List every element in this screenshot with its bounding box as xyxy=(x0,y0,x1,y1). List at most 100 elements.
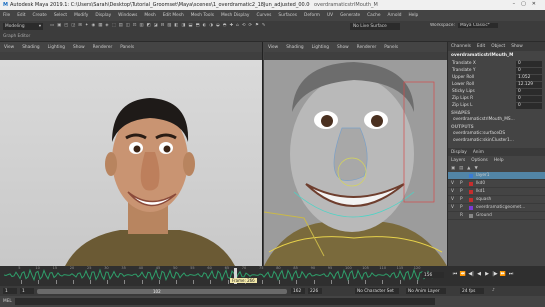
step-forward-icon[interactable]: ⏩ xyxy=(500,271,506,277)
outputs-item[interactable]: overdramatic:surfaceDS xyxy=(448,130,545,137)
layer-row[interactable]: V Poverdramaticgeomet... xyxy=(448,204,545,212)
status-icon-30[interactable]: ⟳ xyxy=(248,23,252,28)
layer-name[interactable]: overdramaticgeomet... xyxy=(476,205,525,210)
start-inner-field[interactable]: 1 xyxy=(20,288,34,294)
viewport-menu-renderer[interactable]: Renderer xyxy=(357,45,377,50)
viewport-menu-shading[interactable]: Shading xyxy=(286,45,303,50)
layer-row[interactable]: V Psquash xyxy=(448,196,545,204)
attribute-row[interactable]: Zip Lips R 0 xyxy=(448,95,545,102)
layer-color-swatch[interactable] xyxy=(469,181,473,186)
status-icon-29[interactable]: ⟲ xyxy=(242,23,246,28)
attribute-row[interactable]: Translate X 0 xyxy=(448,60,545,67)
status-icon-1[interactable]: ▭ xyxy=(50,23,54,28)
layer-playback-toggle[interactable]: R xyxy=(460,213,466,218)
tab-show[interactable]: Show xyxy=(511,44,523,49)
status-icon-22[interactable]: ⬒ xyxy=(195,23,199,28)
menu-curves[interactable]: Curves xyxy=(256,13,271,18)
layer-color-swatch[interactable] xyxy=(469,197,473,202)
new-layer-icon[interactable]: ▣ xyxy=(451,166,455,171)
status-icon-2[interactable]: ▣ xyxy=(57,23,61,28)
layer-color-swatch[interactable] xyxy=(469,205,473,210)
layer-color-swatch[interactable] xyxy=(469,189,473,194)
layer-tab-anim[interactable]: Anim xyxy=(473,150,484,155)
layer-visibility-toggle[interactable]: V xyxy=(451,197,457,202)
status-icon-11[interactable]: ▤ xyxy=(119,23,123,28)
layer-visibility-toggle[interactable]: V xyxy=(451,181,457,186)
viewport-menu-shading[interactable]: Shading xyxy=(22,45,39,50)
menu-mesh[interactable]: Mesh xyxy=(144,13,155,18)
attribute-value[interactable]: 0 xyxy=(516,60,542,67)
attribute-value[interactable]: 0 xyxy=(516,67,542,74)
status-icon-26[interactable]: ◓ xyxy=(223,23,227,28)
layer-menu-options[interactable]: Options xyxy=(471,158,488,163)
move-down-icon[interactable]: ▼ xyxy=(474,166,477,171)
start-frame-field[interactable]: 1 xyxy=(3,288,17,294)
step-back-icon[interactable]: ⏪ xyxy=(460,271,466,277)
layer-tab-display[interactable]: Display xyxy=(451,150,467,155)
play-forward-icon[interactable]: ▶ xyxy=(484,271,490,277)
status-icon-14[interactable]: ▥ xyxy=(139,23,143,28)
go-start-icon[interactable]: ⏮ xyxy=(452,271,458,277)
tab-edit[interactable]: Edit xyxy=(477,44,485,49)
tab-channels[interactable]: Channels xyxy=(451,44,471,49)
end-inner-field[interactable]: 162 xyxy=(291,288,305,294)
attribute-row[interactable]: Upper Roll 1.052 xyxy=(448,74,545,81)
range-bar[interactable]: 102 xyxy=(37,289,287,294)
status-icon-23[interactable]: ◐ xyxy=(203,23,207,28)
menu-cache[interactable]: Cache xyxy=(367,13,380,18)
layer-playback-toggle[interactable]: P xyxy=(460,181,466,186)
layer-row[interactable]: R Ground xyxy=(448,212,545,220)
play-back-icon[interactable]: ◀ xyxy=(476,271,482,277)
layer-color-swatch[interactable] xyxy=(469,213,473,218)
layer-name[interactable]: squash xyxy=(476,197,491,202)
layer-name[interactable]: Ground xyxy=(476,213,492,218)
tab-object[interactable]: Object xyxy=(491,44,505,49)
command-input[interactable] xyxy=(14,298,435,305)
status-icon-7[interactable]: ◉ xyxy=(91,23,95,28)
move-up-icon[interactable]: ▲ xyxy=(467,166,470,171)
menu-edit-mesh[interactable]: Edit Mesh xyxy=(163,13,184,18)
layer-playback-toggle[interactable]: P xyxy=(460,189,466,194)
mode-dropdown[interactable]: Modeling ▾ xyxy=(3,23,43,30)
menu-mesh-display[interactable]: Mesh Display xyxy=(221,13,250,18)
viewport-menu-show[interactable]: Show xyxy=(337,45,349,50)
status-icon-8[interactable]: ▦ xyxy=(98,23,102,28)
viewport-menu-panels[interactable]: Panels xyxy=(384,45,398,50)
layer-playback-toggle[interactable]: P xyxy=(460,205,466,210)
attribute-value[interactable]: 0 xyxy=(516,95,542,102)
layer-name[interactable]: lkd1 xyxy=(476,189,485,194)
menu-edit[interactable]: Edit xyxy=(17,13,25,18)
layer-playback-toggle[interactable]: P xyxy=(460,197,466,202)
status-icon-10[interactable]: ⬚ xyxy=(112,23,116,28)
status-icon-19[interactable]: ◧ xyxy=(174,23,178,28)
time-slider[interactable]: 5 10 15 20 25 30 35 40 45 50 55 60 65 70 75 80 85 90 95 100… xyxy=(0,266,545,286)
attribute-row[interactable]: Sticky Lips 0 xyxy=(448,88,545,95)
layer-menu-layers[interactable]: Layers xyxy=(451,158,465,163)
status-icon-25[interactable]: ◒ xyxy=(216,23,220,28)
layer-visibility-toggle[interactable]: V xyxy=(451,205,457,210)
status-icon-27[interactable]: ✚ xyxy=(230,23,234,28)
current-frame-field[interactable]: 156 xyxy=(422,272,444,278)
status-icon-4[interactable]: ◲ xyxy=(71,23,75,28)
menu-file[interactable]: File xyxy=(3,13,10,18)
fps-field[interactable]: 24 fps xyxy=(460,288,484,294)
attribute-row[interactable]: Translate Y 0 xyxy=(448,67,545,74)
viewport-left[interactable]: View Shading Lighting Show Renderer Panels xyxy=(0,42,263,266)
status-icon-32[interactable]: ✎ xyxy=(262,23,266,28)
menu-windows[interactable]: Windows xyxy=(118,13,137,18)
status-icon-3[interactable]: ◰ xyxy=(64,23,68,28)
menu-deform[interactable]: Deform xyxy=(304,13,320,18)
status-icon-17[interactable]: ⊟ xyxy=(161,23,165,28)
attribute-row[interactable]: Lower Roll 12.129 xyxy=(448,81,545,88)
go-end-icon[interactable]: ⏭ xyxy=(508,271,514,277)
attribute-value[interactable]: 0 xyxy=(516,88,542,95)
sound-icon[interactable]: ♪ xyxy=(492,288,495,293)
status-icon-21[interactable]: ⬓ xyxy=(188,23,192,28)
attribute-value[interactable]: 12.129 xyxy=(516,81,542,88)
status-icon-15[interactable]: ◩ xyxy=(146,23,150,28)
status-icon-18[interactable]: ▧ xyxy=(167,23,171,28)
layer-name[interactable]: lkd0 xyxy=(476,181,485,186)
viewport-menu-renderer[interactable]: Renderer xyxy=(93,45,113,50)
viewport-menu-view[interactable]: View xyxy=(268,45,278,50)
status-icon-28[interactable]: ⌂ xyxy=(236,23,239,28)
